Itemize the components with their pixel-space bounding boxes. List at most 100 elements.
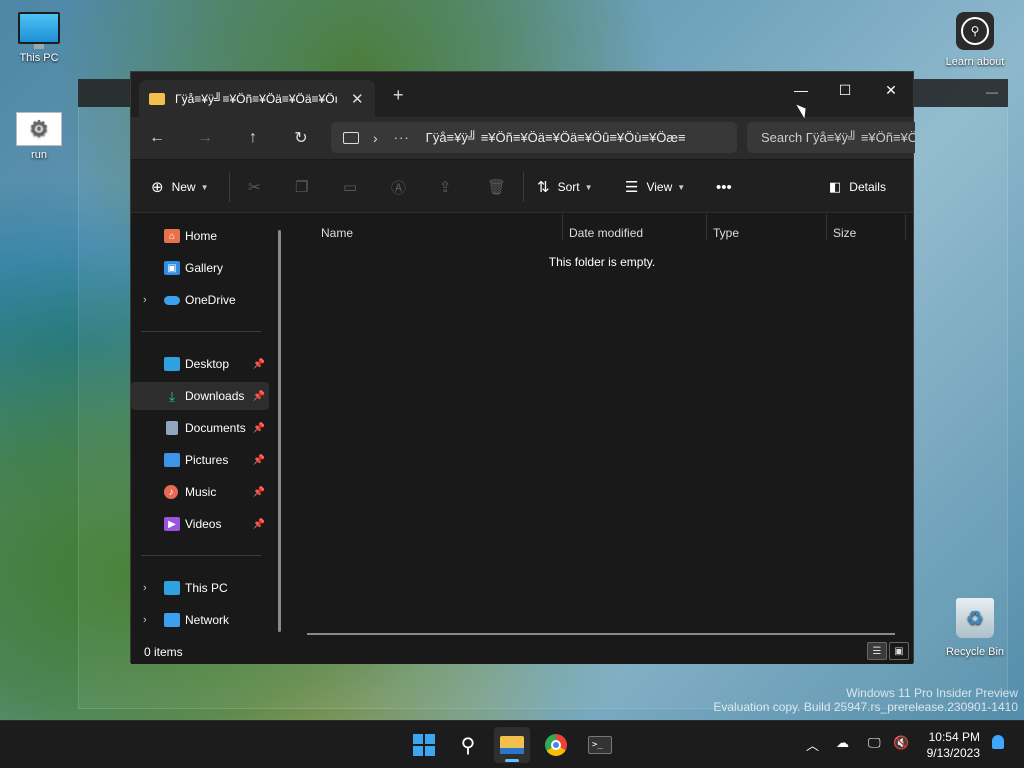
desktop-icon-label: run <box>31 149 47 161</box>
pin-icon[interactable]: 📌 <box>253 359 265 370</box>
sort-icon: ⇅ <box>537 179 550 196</box>
minimize-button[interactable]: — <box>779 76 823 104</box>
forward-button[interactable]: → <box>191 126 219 150</box>
sidebar-item-music[interactable]: ♪ Music 📌 <box>131 478 269 506</box>
address-path[interactable]: Γÿå≡¥ÿ╝ ≡¥Öñ≡¥Öä≡¥Öä≡¥Öû≡¥Öù≡¥Öæ≡ <box>426 130 716 145</box>
chevron-right-icon[interactable]: › <box>143 614 147 626</box>
network-icon[interactable]: 🖵 <box>868 735 881 751</box>
sidebar-item-downloads[interactable]: ⤓ Downloads 📌 <box>131 382 269 410</box>
details-view-button[interactable]: ☰ <box>867 642 887 660</box>
sidebar-item-desktop[interactable]: Desktop 📌 <box>131 350 269 378</box>
new-tab-button[interactable]: + <box>393 85 404 106</box>
desktop-icon-label: This PC <box>19 52 59 64</box>
start-button[interactable] <box>406 727 442 763</box>
file-list: Name Date modified Type Size This folder… <box>291 214 913 639</box>
tiles-view-button[interactable]: ▣ <box>889 642 909 660</box>
sidebar-item-gallery[interactable]: ▣ Gallery <box>131 254 269 282</box>
trash-icon: 🗑 <box>487 179 507 196</box>
download-icon: ⤓ <box>168 387 176 404</box>
folder-icon <box>500 736 524 754</box>
column-divider[interactable] <box>706 214 707 240</box>
chevron-down-icon: ▼ <box>677 182 686 192</box>
file-explorer-taskbar-button[interactable] <box>494 727 530 763</box>
cloud-icon <box>164 295 180 305</box>
share-button[interactable]: ⇪ <box>439 176 452 198</box>
navigation-bar: ← → ↑ ↻ › ··· Γÿå≡¥ÿ╝ ≡¥Öñ≡¥Öä≡¥Öä≡¥Öû≡¥… <box>131 117 915 159</box>
chevron-right-icon[interactable]: › <box>143 582 147 594</box>
sidebar-item-onedrive[interactable]: › OneDrive <box>131 286 269 314</box>
watermark-line-2: Evaluation copy. Build 25947.rs_prerelea… <box>713 700 1018 714</box>
clock[interactable]: 10:54 PM 9/13/2023 <box>927 729 980 761</box>
pictures-icon <box>164 453 180 467</box>
pin-icon[interactable]: 📌 <box>253 487 265 498</box>
close-tab-icon[interactable]: ✕ <box>351 90 364 108</box>
close-window-button[interactable]: ✕ <box>869 76 913 104</box>
sort-button[interactable]: ⇅ Sort ▼ <box>537 176 593 198</box>
delete-button[interactable]: 🗑 <box>487 176 506 198</box>
cut-button[interactable]: ✂ <box>248 176 261 198</box>
copy-icon: ❐ <box>295 179 309 196</box>
notification-bell-icon[interactable] <box>992 735 1004 749</box>
search-input[interactable]: Search Γÿå≡¥ÿ╝ ≡¥Öñ≡¥Öª <box>747 122 915 153</box>
desktop-icon-this-pc[interactable]: This PC <box>9 12 69 64</box>
column-header-size[interactable]: Size <box>833 226 856 240</box>
refresh-button[interactable]: ↻ <box>287 126 315 150</box>
horizontal-scrollbar[interactable] <box>307 633 895 635</box>
sidebar-scrollbar[interactable] <box>278 230 281 632</box>
terminal-taskbar-button[interactable]: >_ <box>582 727 618 763</box>
command-bar: ⊕ New ▼ ✂ ❐ ▭ Ⓐ ⇪ 🗑 ⇅ Sort ▼ ☰ View ▼ ••… <box>131 160 913 213</box>
column-header-date-modified[interactable]: Date modified <box>569 226 643 240</box>
pin-icon[interactable]: 📌 <box>253 455 265 466</box>
onedrive-status-icon[interactable]: ☁ <box>836 735 849 751</box>
desktop-icon-learn-about[interactable]: ⚲ Learn about <box>940 12 1010 68</box>
chevron-up-icon[interactable]: ︿ <box>806 735 819 754</box>
chevron-down-icon: ▼ <box>200 182 209 192</box>
title-bar: Γÿå≡¥ÿ╝≡¥Öñ≡¥Öä≡¥Öä≡¥Öı ✕ + — ☐ ✕ <box>131 72 913 117</box>
windows-watermark: Windows 11 Pro Insider Preview Evaluatio… <box>713 686 1018 714</box>
navigation-pane: ⌂ Home ▣ Gallery › OneDrive Desktop 📌 ⤓ … <box>131 214 289 639</box>
view-button[interactable]: ☰ View ▼ <box>625 176 685 198</box>
volume-muted-icon[interactable]: 🔇 <box>893 735 909 751</box>
copy-button[interactable]: ❐ <box>295 176 308 198</box>
sidebar-item-videos[interactable]: ▶ Videos 📌 <box>131 510 269 538</box>
column-divider[interactable] <box>905 214 906 240</box>
pin-icon[interactable]: 📌 <box>253 423 265 434</box>
tab-current-folder[interactable]: Γÿå≡¥ÿ╝≡¥Öñ≡¥Öä≡¥Öä≡¥Öı ✕ <box>139 80 375 117</box>
more-options-button[interactable]: ••• <box>716 176 732 198</box>
sidebar-item-documents[interactable]: Documents 📌 <box>131 414 269 442</box>
pin-icon[interactable]: 📌 <box>253 519 265 530</box>
music-icon: ♪ <box>164 485 178 499</box>
tab-label: Γÿå≡¥ÿ╝≡¥Öñ≡¥Öä≡¥Öä≡¥Öı <box>175 91 338 106</box>
status-bar: 0 items ☰ ▣ <box>131 639 913 664</box>
details-button[interactable]: ◧ Details <box>829 176 886 198</box>
column-header-name[interactable]: Name <box>321 226 353 240</box>
clock-time: 10:54 PM <box>928 730 980 744</box>
videos-icon: ▶ <box>164 517 180 531</box>
sidebar-item-home[interactable]: ⌂ Home <box>131 222 269 250</box>
rename-button[interactable]: Ⓐ <box>391 176 406 198</box>
chrome-taskbar-button[interactable] <box>538 727 574 763</box>
this-pc-icon <box>343 131 359 144</box>
sidebar-item-this-pc[interactable]: › This PC <box>131 574 269 602</box>
column-header-type[interactable]: Type <box>713 226 739 240</box>
more-icon: ••• <box>716 178 732 196</box>
back-button[interactable]: ← <box>143 126 171 150</box>
view-icon: ☰ <box>625 179 639 196</box>
more-path-icon[interactable]: ··· <box>394 130 410 145</box>
column-divider[interactable] <box>562 214 563 240</box>
pin-icon[interactable]: 📌 <box>253 391 265 402</box>
item-count: 0 items <box>144 645 183 659</box>
desktop-icon-run[interactable]: ⚙ run <box>9 112 69 161</box>
column-divider[interactable] <box>826 214 827 240</box>
maximize-button[interactable]: ☐ <box>823 76 867 104</box>
document-icon <box>166 421 178 435</box>
paste-button[interactable]: ▭ <box>343 176 357 198</box>
chevron-right-icon[interactable]: › <box>373 130 378 146</box>
chevron-right-icon[interactable]: › <box>143 294 147 306</box>
sidebar-item-pictures[interactable]: Pictures 📌 <box>131 446 269 474</box>
search-button[interactable]: ⚲ <box>450 727 486 763</box>
new-button[interactable]: ⊕ New ▼ <box>151 176 209 198</box>
up-button[interactable]: ↑ <box>239 126 267 150</box>
address-bar[interactable]: › ··· Γÿå≡¥ÿ╝ ≡¥Öñ≡¥Öä≡¥Öä≡¥Öû≡¥Öù≡¥Öæ≡ <box>331 122 737 153</box>
sidebar-item-network[interactable]: › Network <box>131 606 269 634</box>
